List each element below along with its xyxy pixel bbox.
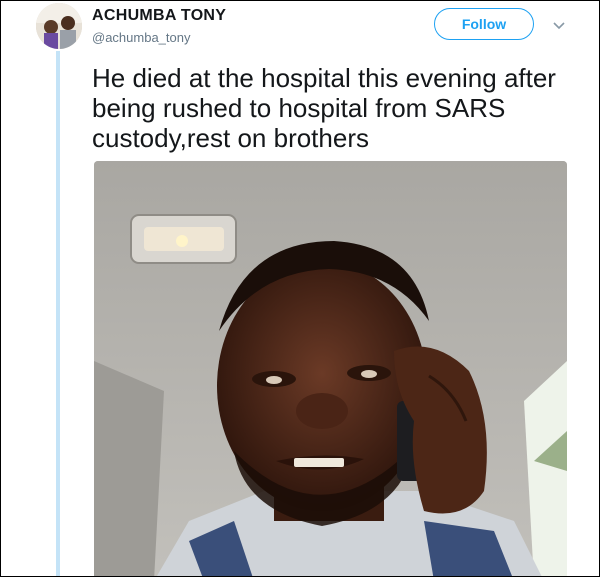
chevron-down-icon (553, 22, 565, 30)
tweet-menu-button[interactable] (549, 17, 569, 35)
tweet-text: He died at the hospital this evening aft… (92, 63, 556, 153)
tweet-photo[interactable] (94, 161, 567, 576)
photo-image-icon (94, 161, 567, 576)
tweet-card: ACHUMBA TONY @achumba_tony Follow He die… (0, 0, 600, 577)
author-handle[interactable]: @achumba_tony (92, 30, 190, 45)
thread-connector-line (56, 51, 60, 576)
follow-button[interactable]: Follow (434, 8, 534, 40)
avatar-photo-icon (36, 3, 82, 49)
author-avatar[interactable] (36, 3, 82, 49)
author-display-name[interactable]: ACHUMBA TONY (92, 7, 226, 25)
